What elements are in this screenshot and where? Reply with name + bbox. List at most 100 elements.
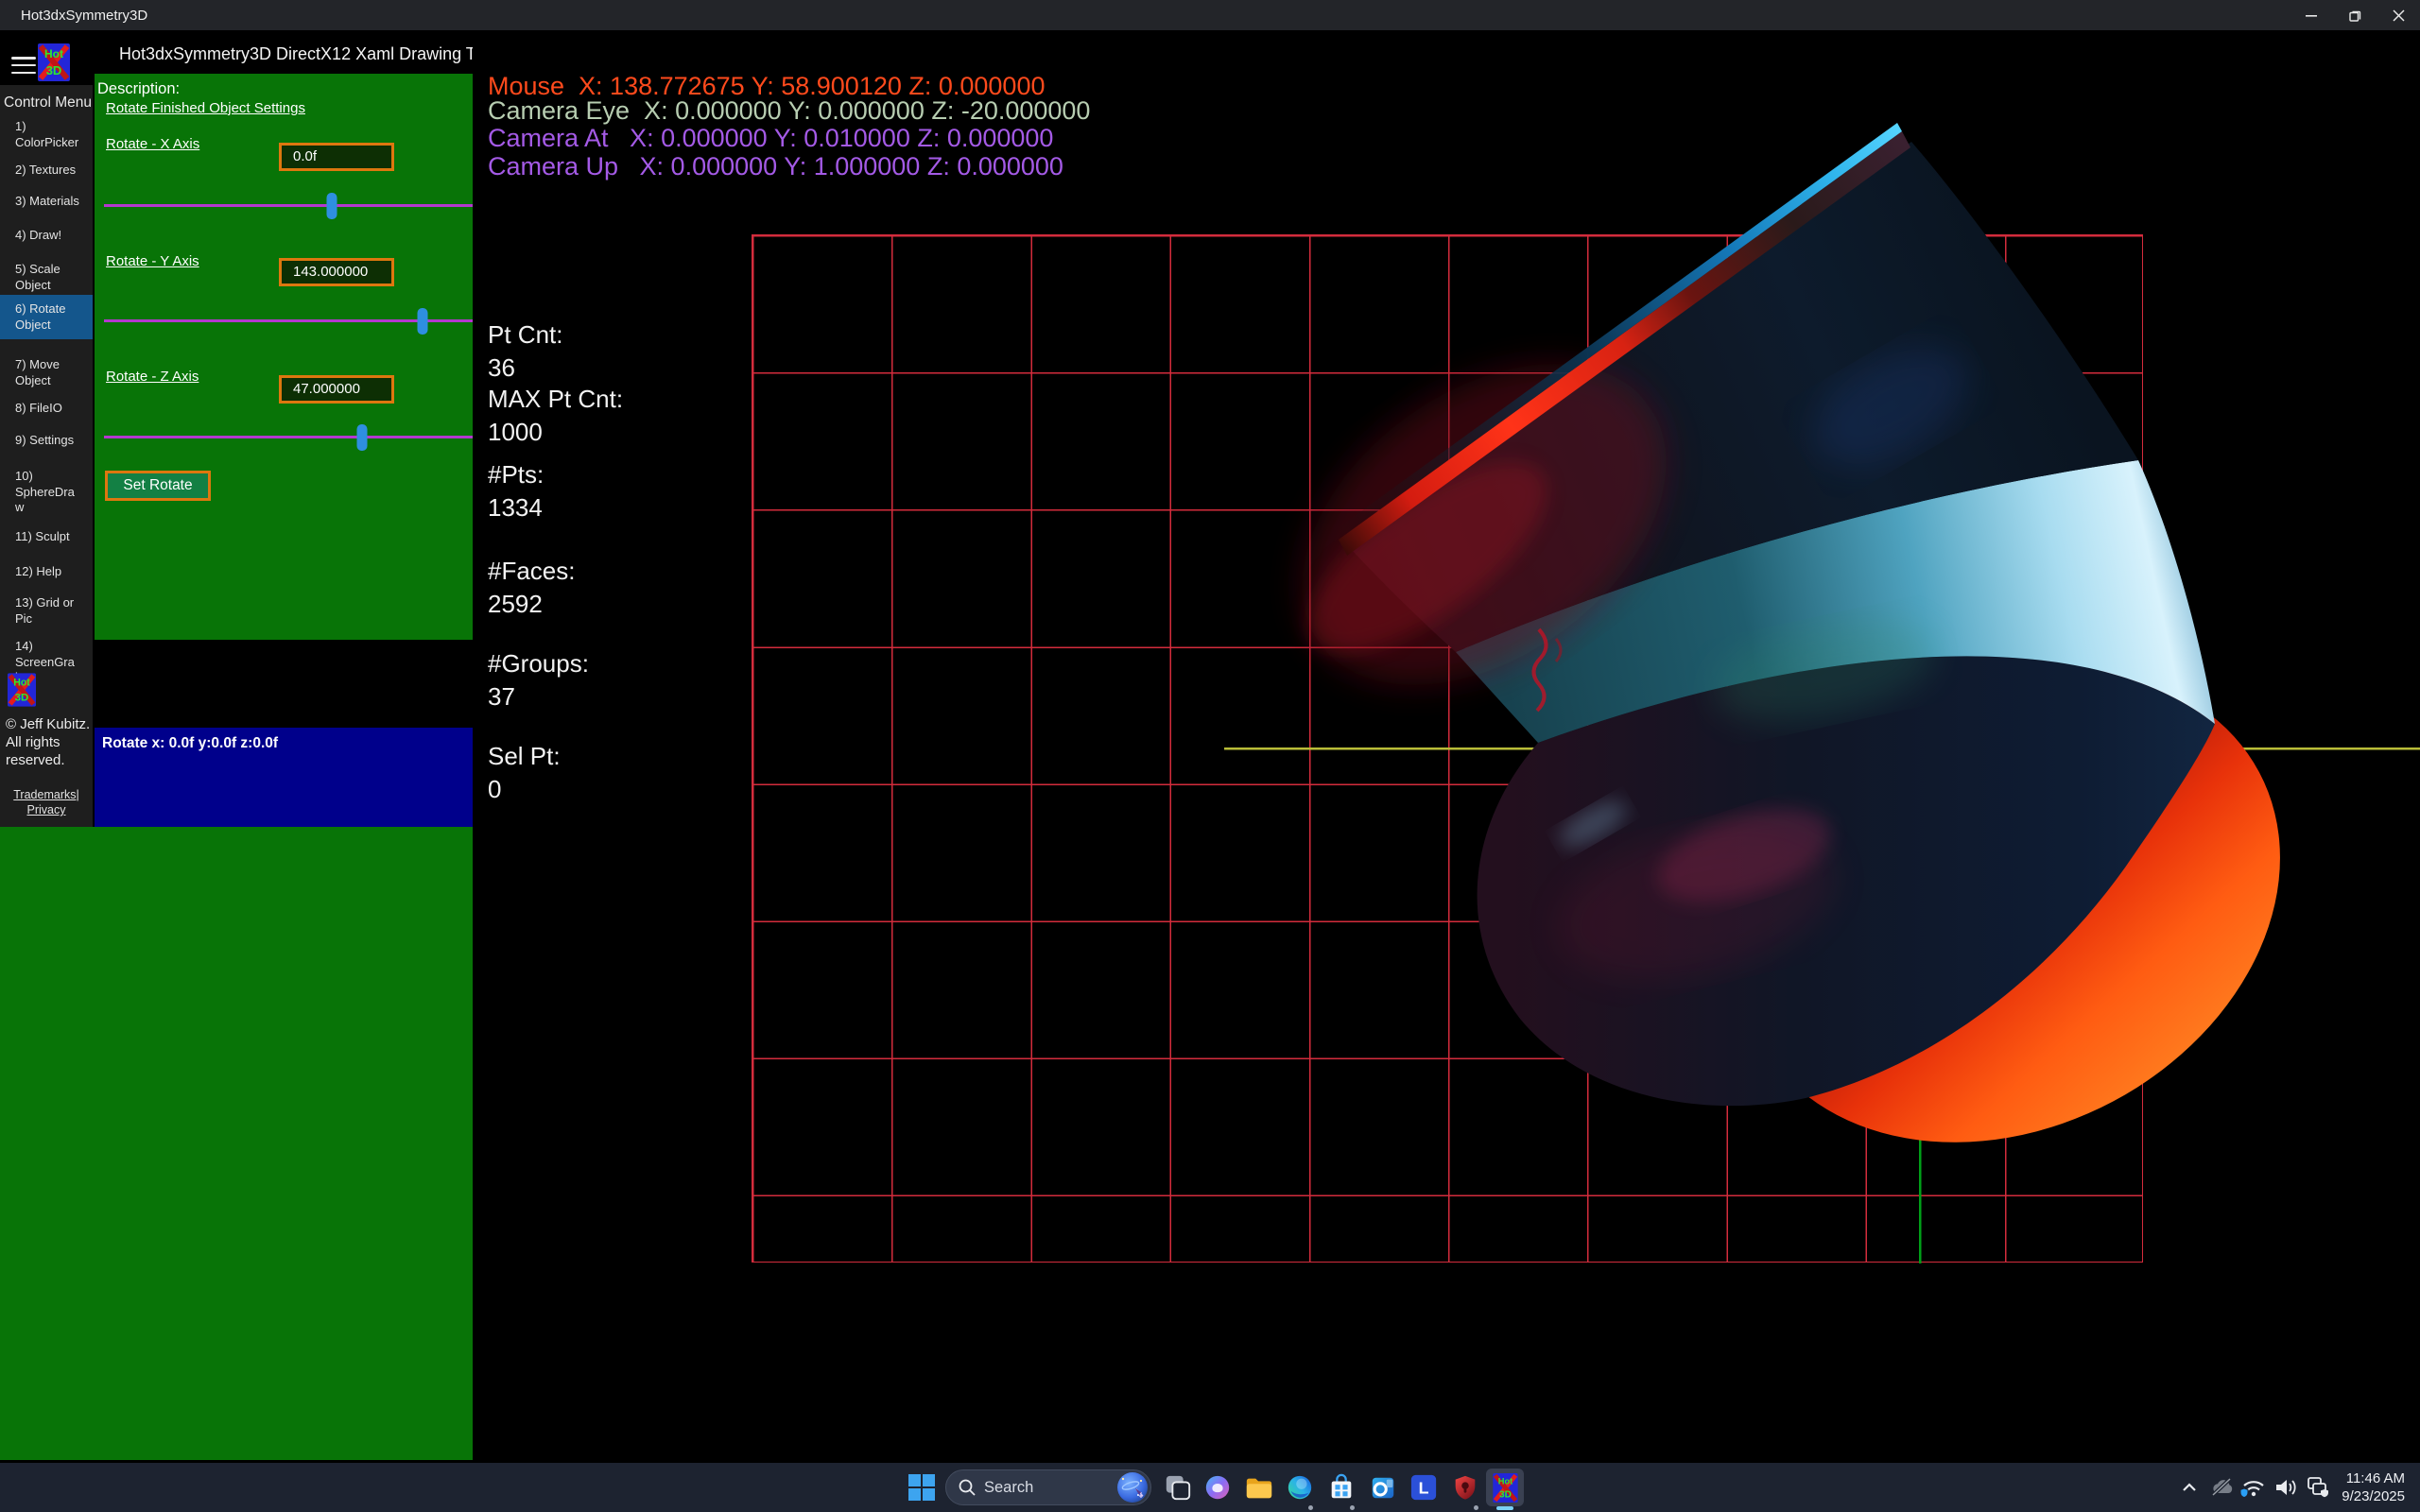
edge-running-indicator: [1308, 1505, 1313, 1510]
stat-max-pt-cnt: MAX Pt Cnt:1000: [488, 384, 623, 447]
stat-num-groups: #Groups:37: [488, 648, 589, 712]
rotate-z-axis-label: Rotate - Z Axis: [106, 369, 199, 385]
search-highlight-image: [1117, 1472, 1148, 1503]
sidebar-header: Control Menu: [4, 94, 92, 112]
store-button[interactable]: [1322, 1469, 1360, 1506]
svg-text:3D: 3D: [1499, 1489, 1512, 1500]
outlook-icon: [1369, 1473, 1397, 1502]
slider-track: [104, 204, 480, 207]
sidebar-item-spheredraw[interactable]: 10) SphereDraw: [15, 469, 81, 516]
trademarks-link[interactable]: Trademarks: [13, 788, 76, 801]
copilot-icon: [1203, 1473, 1232, 1502]
rotate-z-slider[interactable]: [104, 423, 475, 452]
app-title: Hot3dxSymmetry3D DirectX12 Xaml Drawing …: [119, 44, 506, 64]
edge-button[interactable]: [1281, 1469, 1319, 1506]
sidebar-item-textures[interactable]: 2) Textures: [15, 163, 81, 179]
file-explorer-icon: [1244, 1473, 1274, 1502]
search-icon: [958, 1478, 977, 1497]
l-app-button[interactable]: L: [1405, 1469, 1443, 1506]
rotate-x-axis-label: Rotate - X Axis: [106, 136, 199, 152]
sidebar-item-settings[interactable]: 9) Settings: [15, 433, 81, 449]
slider-thumb[interactable]: [357, 424, 368, 451]
privacy-link[interactable]: Privacy: [27, 803, 66, 816]
sidebar-item-sculpt[interactable]: 11) Sculpt: [15, 529, 81, 545]
slider-thumb[interactable]: [327, 193, 337, 219]
start-button[interactable]: [903, 1469, 941, 1506]
restore-icon: [2348, 9, 2362, 23]
rotate-x-slider[interactable]: [104, 192, 475, 220]
slider-thumb[interactable]: [417, 308, 427, 335]
sidebar-item-draw[interactable]: 4) Draw!: [15, 228, 81, 244]
slider-track: [104, 436, 480, 438]
window-titlebar: Hot3dxSymmetry3D: [0, 0, 2420, 30]
rotate-y-input[interactable]: 143.000000: [279, 258, 394, 286]
rotate-settings-link[interactable]: Rotate Finished Object Settings: [106, 100, 305, 116]
svg-text:Hot: Hot: [13, 678, 30, 689]
file-explorer-button[interactable]: [1240, 1469, 1278, 1506]
active-app-indicator: [1496, 1506, 1513, 1510]
svg-text:Hot: Hot: [1497, 1476, 1512, 1486]
rotate-y-axis-label: Rotate - Y Axis: [106, 253, 199, 269]
menu-hamburger-icon[interactable]: [11, 57, 36, 74]
legal-links: Trademarks| Privacy: [0, 787, 93, 817]
hud-camera-at: Camera At X: 0.000000 Y: 0.010000 Z: 0.0…: [488, 124, 1053, 153]
rotate-status-text: Rotate x: 0.0f y:0.0f z:0.0f: [102, 735, 278, 752]
app-logo: Hot 3D: [38, 43, 70, 81]
sidebar-logo: Hot 3D: [8, 673, 36, 707]
clock-time: 11:46 AM: [2342, 1469, 2405, 1487]
sidebar-item-rotate-object[interactable]: 6) Rotate Object: [0, 295, 93, 339]
task-view-button[interactable]: [1159, 1469, 1197, 1506]
hot3dx-app-button[interactable]: Hot 3D: [1486, 1469, 1524, 1506]
3d-viewport[interactable]: Mouse X: 138.772675 Y: 58.900120 Z: 0.00…: [473, 30, 2420, 1460]
svg-text:L: L: [1419, 1479, 1429, 1498]
sidebar-item-fileio[interactable]: 8) FileIO: [15, 401, 81, 417]
shield-running-indicator: [1474, 1505, 1478, 1510]
windows-logo-icon: [908, 1473, 936, 1502]
volume-icon[interactable]: [2270, 1471, 2302, 1503]
set-rotate-button[interactable]: Set Rotate: [105, 471, 211, 501]
sidebar-item-move-object[interactable]: 7) Move Object: [15, 357, 81, 388]
svg-text:Hot: Hot: [44, 47, 63, 60]
security-shield-icon: [1451, 1473, 1479, 1502]
store-icon: [1327, 1473, 1356, 1502]
search-placeholder: Search: [984, 1479, 1117, 1497]
hud-camera-eye: Camera Eye X: 0.000000 Y: 0.000000 Z: -2…: [488, 96, 1090, 126]
stat-num-pts: #Pts:1334: [488, 459, 544, 523]
restore-button[interactable]: [2333, 0, 2377, 30]
window-controls: [2290, 0, 2420, 30]
rotate-settings-panel: Description: Rotate Finished Object Sett…: [95, 74, 473, 640]
stat-sel-pt: Sel Pt:0: [488, 741, 561, 804]
sidebar-item-scale-object[interactable]: 5) Scale Object: [15, 262, 81, 293]
search-box[interactable]: Search: [945, 1469, 1151, 1505]
close-button[interactable]: [2377, 0, 2420, 30]
onedrive-paused-icon[interactable]: [2205, 1471, 2238, 1503]
stat-num-faces: #Faces:2592: [488, 556, 576, 619]
svg-text:3D: 3D: [46, 63, 62, 77]
security-update-icon[interactable]: [2302, 1471, 2334, 1503]
sidebar-item-help[interactable]: 12) Help: [15, 564, 81, 580]
rotate-x-input[interactable]: 0.0f: [279, 143, 394, 171]
sidebar-item-materials[interactable]: 3) Materials: [15, 194, 81, 210]
copyright-text: © Jeff Kubitz. All rights reserved.: [6, 715, 93, 769]
clock-date: 9/23/2025: [2342, 1487, 2405, 1505]
minimize-button[interactable]: [2290, 0, 2333, 30]
sidebar-item-grid-or-pic[interactable]: 13) Grid or Pic: [15, 595, 81, 627]
outlook-button[interactable]: [1364, 1469, 1402, 1506]
window-title: Hot3dxSymmetry3D: [21, 8, 147, 24]
wifi-secured-icon[interactable]: [2238, 1471, 2270, 1503]
edge-icon: [1286, 1473, 1314, 1502]
hidden-icons-chevron[interactable]: [2173, 1471, 2205, 1503]
viewport-grid: [752, 234, 2143, 1263]
copilot-button[interactable]: [1199, 1469, 1236, 1506]
security-shield-button[interactable]: [1446, 1469, 1484, 1506]
minimize-icon: [2305, 9, 2318, 22]
sidebar-item-colorpicker[interactable]: 1) ColorPicker: [15, 119, 81, 150]
app-window: Hot3dxSymmetry3D Hot 3D Ho: [0, 0, 2420, 1512]
rotate-z-input[interactable]: 47.000000: [279, 375, 394, 404]
close-icon: [2392, 9, 2406, 23]
taskbar-clock[interactable]: 11:46 AM 9/23/2025: [2342, 1469, 2405, 1505]
rotate-y-slider[interactable]: [104, 307, 475, 335]
stat-pt-cnt: Pt Cnt:36: [488, 319, 562, 383]
lower-green-panel: [0, 827, 473, 1460]
rotate-status-panel: Rotate x: 0.0f y:0.0f z:0.0f: [95, 728, 473, 827]
